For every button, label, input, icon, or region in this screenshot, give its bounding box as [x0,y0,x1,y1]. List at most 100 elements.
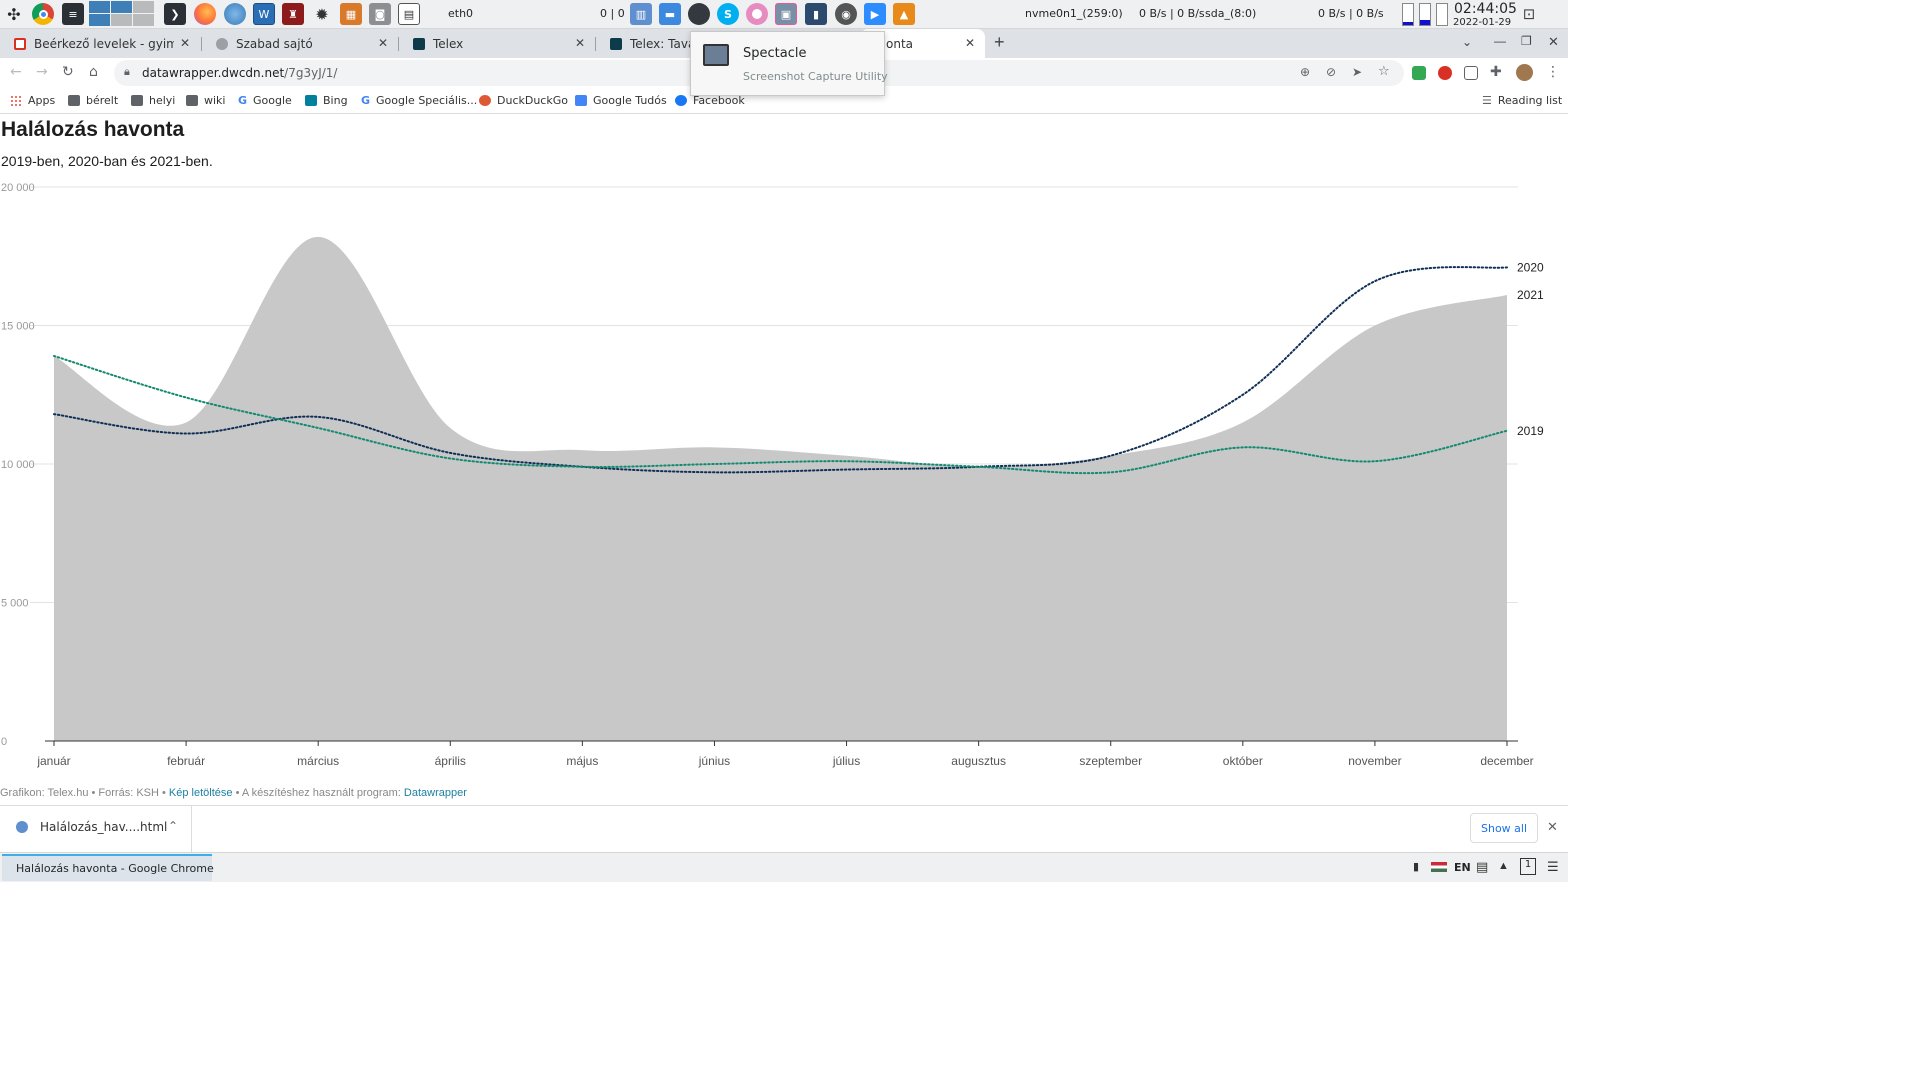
url-path: /7g3yJ/1/ [284,66,338,80]
x-tick-label: november [1348,754,1401,768]
clock-date[interactable]: 2022-01-29 [1453,17,1511,28]
menu-kebab-icon[interactable]: ⋮ [1546,64,1560,80]
bookmark-berelt[interactable]: bérelt [68,94,118,107]
desktop-number-badge[interactable]: 1 [1520,858,1536,875]
datawrapper-link[interactable]: Datawrapper [404,787,467,799]
zoom-icon[interactable]: ▶ [864,3,886,25]
extensions-puzzle-icon[interactable]: ✚ [1490,64,1502,80]
video-editor-icon[interactable]: ▮ [805,3,827,25]
show-all-button[interactable]: Show all [1470,813,1538,843]
close-icon[interactable]: ✕ [180,36,190,50]
media-icon[interactable]: ◙ [369,3,391,25]
bookmark-wiki[interactable]: wiki [186,94,225,107]
page-subtitle: 2019-ben, 2020-ban és 2021-ben. [1,153,213,169]
writer-icon[interactable]: W [253,3,275,25]
new-tab-button[interactable]: + [994,32,1005,53]
y-tick-label: 10 000 [1,459,35,471]
send-icon[interactable]: ➤ [1352,65,1362,79]
chevron-up-icon[interactable]: ⌃ [168,819,178,833]
bookmark-google[interactable]: G Google [238,94,292,107]
dark-circle-icon[interactable] [688,3,710,25]
close-icon[interactable]: ✕ [575,36,585,50]
home-icon[interactable]: ⌂ [89,64,98,80]
bookmark-google-scholar[interactable]: Google Tudós [575,94,667,107]
extension-red-icon[interactable] [1438,66,1452,80]
tab-title: Szabad sajtó [236,36,313,51]
clipboard-icon[interactable]: ▤ [1476,859,1488,875]
download-image-link[interactable]: Kép letöltése [169,787,233,799]
bookmark-star-icon[interactable]: ☆ [1378,64,1390,79]
chrome-launcher-icon[interactable] [32,3,54,25]
memory-meter [1419,3,1431,26]
calendar-icon[interactable]: ▤ [398,3,420,25]
x-tick-label: december [1480,754,1533,768]
hide-icon[interactable]: ⊘ [1326,65,1336,79]
y-tick-label: 20 000 [1,182,35,194]
skype-icon[interactable]: S [717,3,739,25]
extension-green-icon[interactable] [1412,66,1426,80]
hungarian-flag-icon[interactable] [1431,862,1447,872]
extension-settings-icon[interactable] [1464,66,1478,80]
bookmark-bing[interactable]: Bing [305,94,348,107]
x-tick-label: augusztus [951,754,1006,768]
tab-szabad-sajto[interactable]: Szabad sajtó ✕ [202,29,398,58]
settings-panel-icon[interactable]: ≡ [62,3,84,25]
reading-list-button[interactable]: ☰ Reading list [1482,94,1562,107]
tab-telex-article[interactable]: Telex: Tavaly fo [596,29,696,58]
restore-icon[interactable]: ❐ [1521,34,1532,48]
file-manager-icon[interactable]: ▥ [630,3,652,25]
profile-avatar[interactable] [1516,64,1533,81]
series-2021-area [54,236,1507,741]
duckduckgo-icon [479,95,491,106]
bookmark-label: wiki [204,94,226,107]
globe-icon[interactable] [224,3,246,25]
close-icon[interactable]: ✕ [965,36,975,50]
show-all-label: Show all [1480,821,1528,835]
firefox-icon[interactable] [194,3,216,25]
ring-icon[interactable] [746,3,768,25]
taskbar-window-button[interactable]: Halálozás havonta - Google Chrome [2,854,214,881]
bug-icon[interactable]: ✹ [311,3,333,25]
series-label: 2020 [1517,260,1544,274]
puzzle-game-icon[interactable]: ▦ [340,3,362,25]
vlc-icon[interactable]: ▲ [893,3,915,25]
folder-icon[interactable]: ▬ [659,3,681,25]
bookmark-duckduckgo[interactable]: DuckDuckGo [479,94,568,107]
disk1-label: nvme0n1_(259:0) [1025,7,1123,20]
bookmark-google-advanced[interactable]: G Google Speciális... [361,94,477,107]
reload-icon[interactable]: ↻ [62,64,74,80]
system-panel: ✣ ≡ ❯ W ♜ ✹ ▦ ◙ ▤ eth0 0 | 0 ▥ ▬ S ▣ ▮ ◉… [0,0,1568,29]
tab-gmail[interactable]: Beérkező levelek - gyimesilas ✕ [0,29,200,58]
clock-time[interactable]: 02:44:05 [1454,1,1517,17]
tab-telex[interactable]: Telex ✕ [399,29,595,58]
minimize-icon[interactable]: — [1494,34,1506,48]
terminal-icon[interactable]: ❯ [164,3,186,25]
spectacle-tooltip: Spectacle Screenshot Capture Utility [690,31,888,96]
close-icon[interactable]: ✕ [378,36,388,50]
webcam-icon[interactable]: ◉ [835,3,857,25]
bookmark-label: Apps [28,94,56,107]
tab-search-icon[interactable]: ⌄ [1462,35,1472,49]
bookmark-helyi[interactable]: helyi [131,94,175,107]
keyboard-layout-label[interactable]: EN [1454,861,1471,874]
display-settings-icon[interactable]: ⊡ [1518,3,1540,25]
bookmark-apps[interactable]: Apps [10,94,55,107]
workspace-pager[interactable] [89,1,155,27]
tooltip-subtitle: Screenshot Capture Utility [743,70,888,83]
tray-expand-icon[interactable]: ▲ [1498,860,1509,872]
folder-icon [186,95,198,106]
spectacle-icon[interactable]: ▣ [775,3,797,25]
scholar-icon [575,95,587,106]
panel-menu-icon[interactable]: ☰ [1547,859,1559,875]
forward-icon[interactable]: → [36,64,48,80]
download-item[interactable]: Halálozás_hav....html ⌃ [0,806,192,852]
lock-icon[interactable]: 🔒︎ [124,66,130,79]
back-icon[interactable]: ← [10,64,22,80]
usb-icon[interactable]: ▮ [1413,860,1419,873]
zoom-icon[interactable]: ⊕ [1300,65,1310,79]
window-close-icon[interactable]: ✕ [1548,34,1559,50]
reading-list-icon: ☰ [1482,94,1492,107]
chess-icon[interactable]: ♜ [282,3,304,25]
close-download-shelf-icon[interactable]: ✕ [1547,819,1558,835]
app-launcher-icon[interactable]: ✣ [3,3,25,25]
